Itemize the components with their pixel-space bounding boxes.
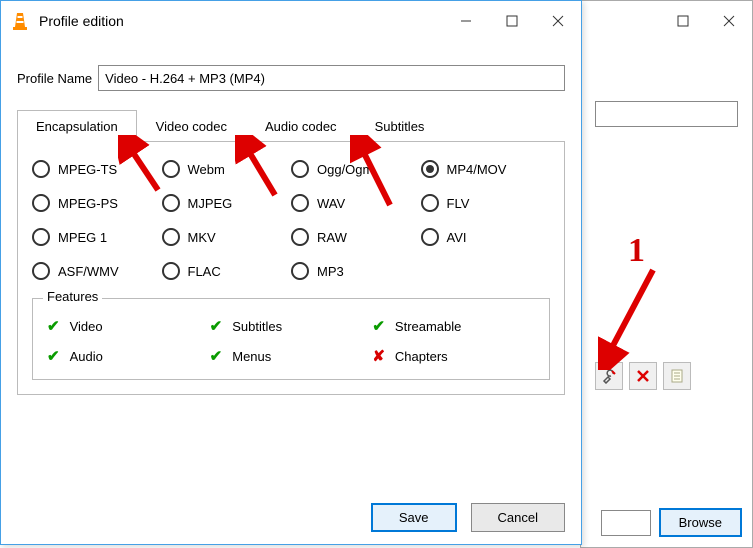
maximize-button[interactable] xyxy=(489,2,535,40)
edit-profile-button[interactable] xyxy=(595,362,623,390)
radio-flv[interactable]: FLV xyxy=(421,194,551,212)
background-window: Browse xyxy=(580,0,753,548)
radio-webm[interactable]: Webm xyxy=(162,160,292,178)
bg-bottom-row: Browse xyxy=(581,508,742,537)
dialog-content: Profile Name Encapsulation Video codec A… xyxy=(1,41,581,395)
cancel-button[interactable]: Cancel xyxy=(471,503,565,532)
feature-streamable: ✔Streamable xyxy=(372,317,535,335)
radio-asf[interactable]: ASF/WMV xyxy=(32,262,162,280)
browse-button[interactable]: Browse xyxy=(659,508,742,537)
wrench-icon xyxy=(601,368,617,384)
tab-bar: Encapsulation Video codec Audio codec Su… xyxy=(17,109,565,142)
check-icon: ✔ xyxy=(47,347,60,365)
radio-flac[interactable]: FLAC xyxy=(162,262,292,280)
radio-mpeg1[interactable]: MPEG 1 xyxy=(32,228,162,246)
window-controls xyxy=(443,2,581,40)
bg-dest-field[interactable] xyxy=(601,510,651,536)
tab-subtitles[interactable]: Subtitles xyxy=(356,110,444,142)
radio-mpeg-ts[interactable]: MPEG-TS xyxy=(32,160,162,178)
dialog-button-row: Save Cancel xyxy=(371,503,565,532)
encapsulation-panel: MPEG-TS Webm Ogg/Ogm MP4/MOV MPEG-PS MJP… xyxy=(17,142,565,395)
bg-toolbar xyxy=(595,362,738,390)
tab-encapsulation[interactable]: Encapsulation xyxy=(17,110,137,142)
bg-titlebar xyxy=(581,1,752,41)
bg-close-button[interactable] xyxy=(706,1,752,41)
minimize-button[interactable] xyxy=(443,2,489,40)
features-box: Features ✔Video ✔Subtitles ✔Streamable ✔… xyxy=(32,298,550,380)
radio-mp4[interactable]: MP4/MOV xyxy=(421,160,551,178)
profile-name-row: Profile Name xyxy=(17,65,565,91)
bg-body xyxy=(581,41,752,400)
tab-video-codec[interactable]: Video codec xyxy=(137,110,246,142)
radio-mkv[interactable]: MKV xyxy=(162,228,292,246)
format-radio-grid: MPEG-TS Webm Ogg/Ogm MP4/MOV MPEG-PS MJP… xyxy=(32,160,550,280)
feature-audio: ✔Audio xyxy=(47,347,210,365)
check-icon: ✔ xyxy=(210,347,223,365)
bg-input-field[interactable] xyxy=(595,101,738,127)
close-button[interactable] xyxy=(535,2,581,40)
feature-menus: ✔Menus xyxy=(210,347,373,365)
bg-maximize-button[interactable] xyxy=(660,1,706,41)
dialog-title: Profile edition xyxy=(39,13,443,29)
feature-subtitles: ✔Subtitles xyxy=(210,317,373,335)
save-button[interactable]: Save xyxy=(371,503,457,532)
annotation-number-1: 1 xyxy=(628,232,645,270)
profile-name-label: Profile Name xyxy=(17,71,92,86)
dialog-titlebar: Profile edition xyxy=(1,1,581,41)
radio-avi[interactable]: AVI xyxy=(421,228,551,246)
radio-mp3[interactable]: MP3 xyxy=(291,262,421,280)
feature-video: ✔Video xyxy=(47,317,210,335)
radio-mpeg-ps[interactable]: MPEG-PS xyxy=(32,194,162,212)
profile-name-input[interactable] xyxy=(98,65,565,91)
feature-chapters: ✘Chapters xyxy=(372,347,535,365)
tab-audio-codec[interactable]: Audio codec xyxy=(246,110,356,142)
delete-profile-button[interactable] xyxy=(629,362,657,390)
delete-x-icon xyxy=(637,370,649,382)
check-icon: ✔ xyxy=(47,317,60,335)
check-icon: ✔ xyxy=(210,317,223,335)
check-icon: ✔ xyxy=(372,317,385,335)
cross-icon: ✘ xyxy=(372,347,385,365)
profile-edition-dialog: Profile edition Profile Name Encapsulati… xyxy=(0,0,582,545)
radio-raw[interactable]: RAW xyxy=(291,228,421,246)
new-doc-icon xyxy=(670,369,684,383)
features-legend: Features xyxy=(43,289,102,304)
new-profile-button[interactable] xyxy=(663,362,691,390)
radio-mjpeg[interactable]: MJPEG xyxy=(162,194,292,212)
vlc-cone-icon xyxy=(9,10,31,32)
radio-ogg[interactable]: Ogg/Ogm xyxy=(291,160,421,178)
radio-wav[interactable]: WAV xyxy=(291,194,421,212)
